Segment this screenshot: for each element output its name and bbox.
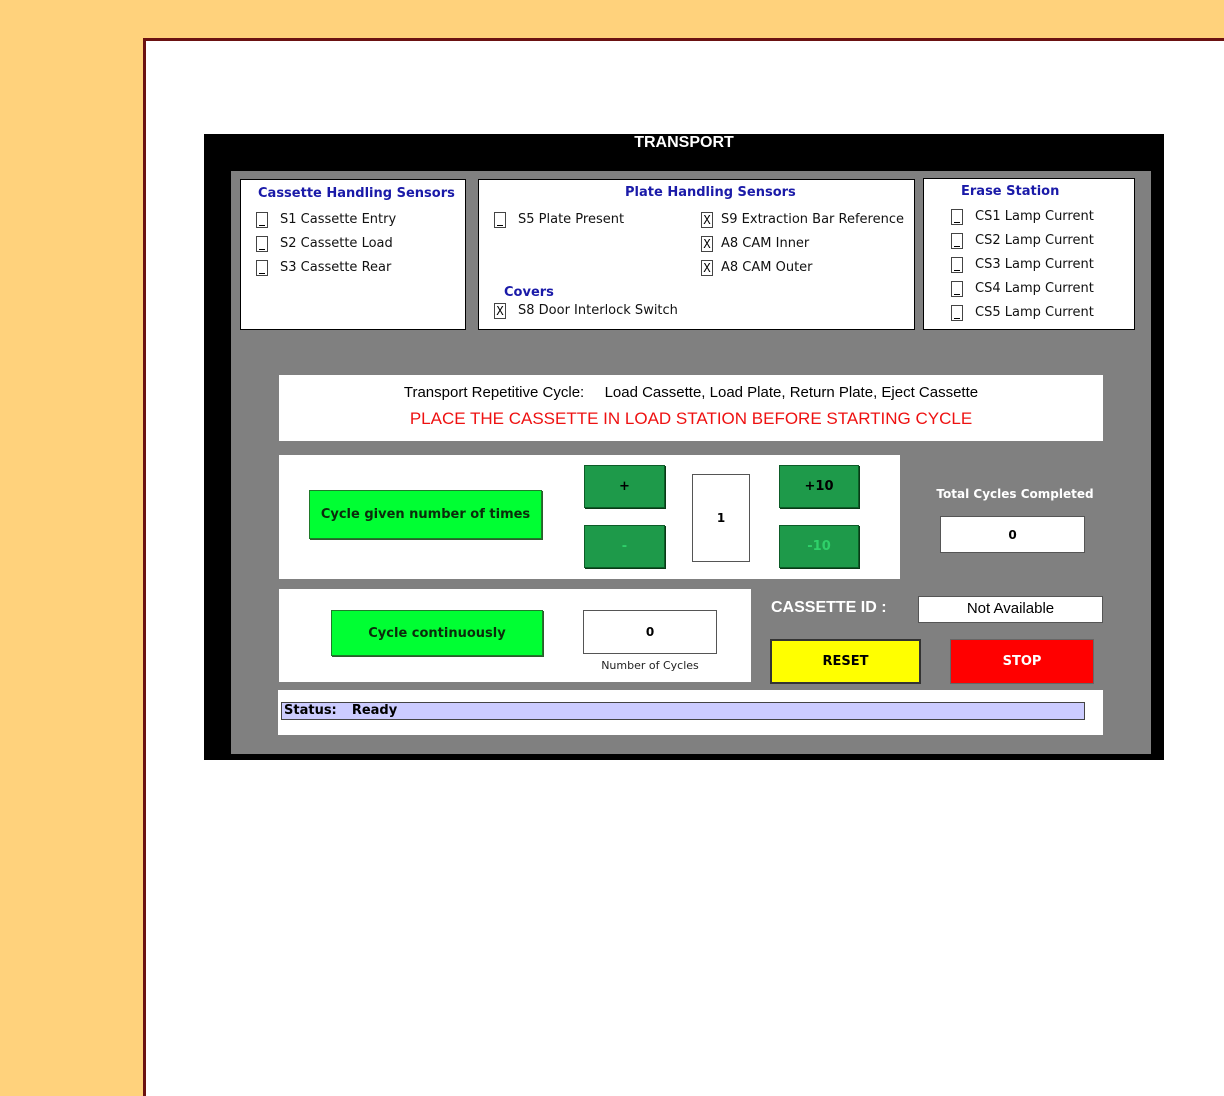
status-bar: Status: Ready <box>281 702 1085 720</box>
sensor-s2-label: S2 Cassette Load <box>280 236 393 251</box>
sensor-s5-checkbox <box>494 212 506 228</box>
sensor-cs2-checkbox <box>951 233 963 249</box>
sensor-s2-checkbox <box>256 236 268 252</box>
sensor-s3-label: S3 Cassette Rear <box>280 260 392 275</box>
total-cycles-value: 0 <box>940 516 1085 553</box>
sensor-cs4-checkbox <box>951 281 963 297</box>
status-area: Status: Ready <box>278 690 1103 735</box>
sensor-s3-checkbox <box>256 260 268 276</box>
cycles-count-field: 0 <box>583 610 717 654</box>
sensor-a8-inner-checkbox: X <box>701 236 713 252</box>
erase-station-title: Erase Station <box>961 184 1060 199</box>
cycle-description-label: Transport Repetitive Cycle: <box>403 384 585 401</box>
reset-button[interactable]: RESET <box>770 639 921 684</box>
cassette-id-label: CASSETTE ID : <box>771 599 887 616</box>
cycle-warning: PLACE THE CASSETTE IN LOAD STATION BEFOR… <box>409 409 973 428</box>
sensor-s1-label: S1 Cassette Entry <box>280 212 397 227</box>
cycle-description-steps: Load Cassette, Load Plate, Return Plate,… <box>604 384 979 401</box>
sensor-cs1-checkbox <box>951 209 963 225</box>
erase-station-panel: Erase Station CS1 Lamp Current CS2 Lamp … <box>923 178 1135 330</box>
cycles-caption: Number of Cycles <box>601 659 699 672</box>
sensor-s8-label: S8 Door Interlock Switch <box>518 303 678 318</box>
cycle-given-button[interactable]: Cycle given number of times <box>309 490 542 539</box>
total-cycles-label: Total Cycles Completed <box>936 487 1094 501</box>
sensor-cs3-label: CS3 Lamp Current <box>975 257 1094 272</box>
sensor-cs2-label: CS2 Lamp Current <box>975 233 1094 248</box>
cycle-count-field[interactable]: 1 <box>692 474 750 562</box>
status-value: Ready <box>351 703 398 718</box>
cycle-info-banner: Transport Repetitive Cycle: Load Cassett… <box>279 375 1103 441</box>
sensor-a8-outer-label: A8 CAM Outer <box>721 260 813 275</box>
cycle-continuous-area: Cycle continuously 0 Number of Cycles <box>279 589 751 682</box>
sensor-cs1-label: CS1 Lamp Current <box>975 209 1094 224</box>
sensor-a8-inner-label: A8 CAM Inner <box>721 236 810 251</box>
transport-window: TRANSPORT Cassette Handling Sensors S1 C… <box>204 134 1164 760</box>
cassette-sensors-panel: Cassette Handling Sensors S1 Cassette En… <box>240 179 466 330</box>
increment-button[interactable]: + <box>584 465 665 508</box>
cycle-description: Transport Repetitive Cycle: Load Cassett… <box>279 384 1103 401</box>
sensor-s9-checkbox: X <box>701 212 713 228</box>
window-client-area: Cassette Handling Sensors S1 Cassette En… <box>231 171 1151 754</box>
covers-title: Covers <box>504 285 554 300</box>
sensor-cs3-checkbox <box>951 257 963 273</box>
sensor-s1-checkbox <box>256 212 268 228</box>
sensor-cs5-label: CS5 Lamp Current <box>975 305 1094 320</box>
sensor-cs4-label: CS4 Lamp Current <box>975 281 1094 296</box>
sensor-a8-outer-checkbox: X <box>701 260 713 276</box>
plate-sensors-panel: Plate Handling Sensors S5 Plate Present … <box>478 179 915 330</box>
sensor-s8-checkbox: X <box>494 303 506 319</box>
window-title: TRANSPORT <box>634 134 734 151</box>
stop-button[interactable]: STOP <box>950 639 1094 684</box>
cassette-id-value: Not Available <box>918 596 1103 623</box>
increment-10-button[interactable]: +10 <box>779 465 859 508</box>
sensor-cs5-checkbox <box>951 305 963 321</box>
cycle-continuously-button[interactable]: Cycle continuously <box>331 610 543 656</box>
status-label: Status: <box>284 703 337 718</box>
sensor-s5-label: S5 Plate Present <box>518 212 625 227</box>
sensor-s9-label: S9 Extraction Bar Reference <box>721 212 904 227</box>
plate-sensors-title: Plate Handling Sensors <box>625 185 796 200</box>
decrement-button[interactable]: - <box>584 525 665 568</box>
decrement-10-button[interactable]: -10 <box>779 525 859 568</box>
cassette-sensors-title: Cassette Handling Sensors <box>258 186 455 201</box>
cycle-given-area: Cycle given number of times + - 1 +10 -1… <box>279 455 900 579</box>
